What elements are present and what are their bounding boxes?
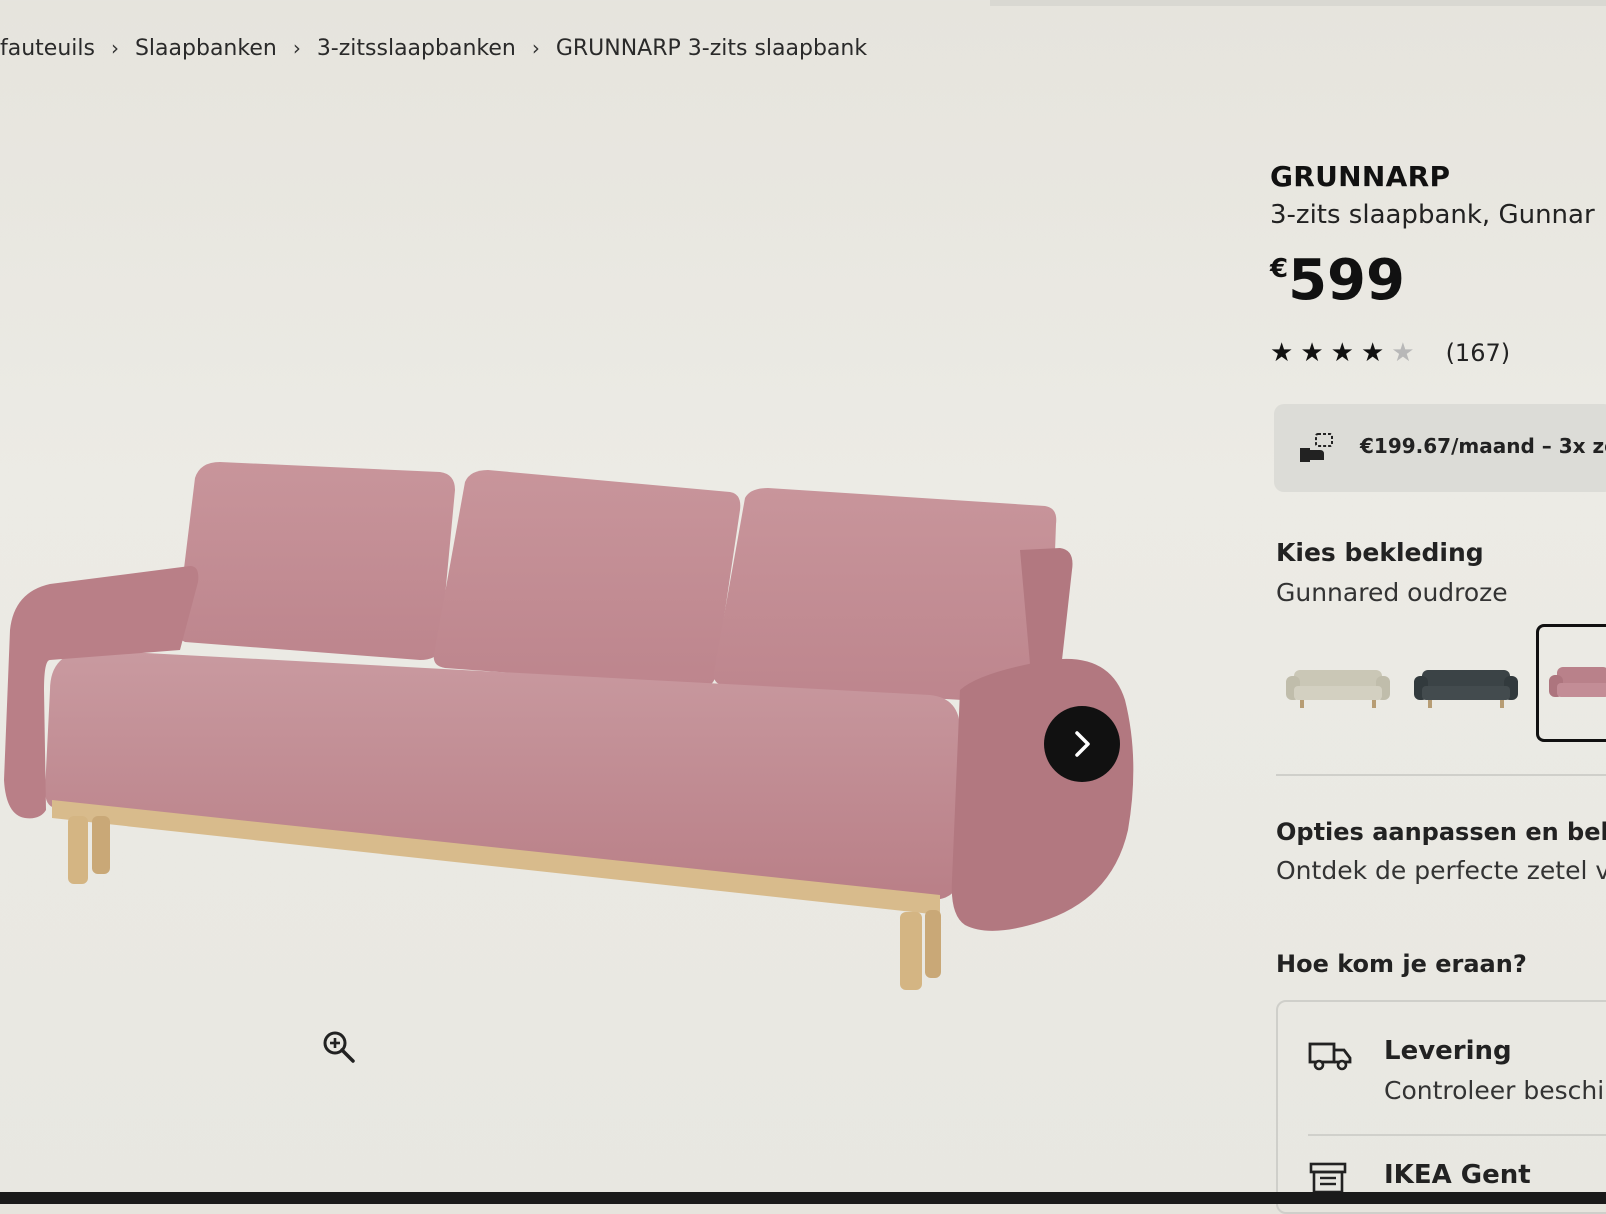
upholstery-heading: Kies bekleding [1276,538,1484,567]
card-divider [1308,1134,1606,1136]
store-icon [1309,1162,1347,1194]
review-count[interactable]: (167) [1446,339,1511,367]
financing-text: €199.67/maand – 3x zo [1360,434,1606,458]
payment-hand-icon [1300,433,1333,462]
breadcrumb-item-slaapbanken[interactable]: Slaapbanken [135,36,277,61]
breadcrumb-item-fauteuils[interactable]: fauteuils [0,36,95,61]
delivery-subtext[interactable]: Controleer beschik [1384,1076,1606,1105]
product-price: €599 [1270,248,1405,313]
options-subtext: Ontdek de perfecte zetel vo [1276,856,1606,885]
chevron-right-icon: › [292,36,301,60]
swatch-oudroze-selected[interactable] [1536,624,1606,742]
chevron-right-icon: › [110,36,119,60]
star-icon: ★ [1360,338,1385,368]
swatch-beige[interactable] [1280,626,1396,738]
options-heading[interactable]: Opties aanpassen en beki [1276,818,1606,846]
product-image [4,462,1134,990]
price-value: 599 [1288,248,1405,313]
breadcrumb: fauteuils › Slaapbanken › 3-zitsslaapbanken ›… [0,36,867,61]
product-name: GRUNNARP [1270,160,1451,193]
product-subtitle: 3-zits slaapbank, Gunnar [1270,200,1595,230]
chevron-right-icon: › [531,36,540,60]
availability-card: Levering Controleer beschik IKEA Gent [1276,1000,1606,1214]
financing-banner[interactable]: €199.67/maand – 3x zo [1274,404,1606,492]
chevron-right-icon [1075,731,1090,757]
price-currency: € [1270,254,1289,284]
store-label[interactable]: IKEA Gent [1384,1160,1531,1190]
sofa-thumbnail-icon [1549,667,1606,697]
next-image-button[interactable] [1044,706,1120,782]
sofa-thumbnail-icon [1414,670,1518,708]
swatch-donkergrijs[interactable] [1408,626,1524,738]
breadcrumb-item-current: GRUNNARP 3-zits slaapbank [555,36,868,61]
availability-heading: Hoe kom je eraan? [1276,950,1527,978]
star-icon: ★ [1330,338,1354,368]
sofa-thumbnail-icon [1286,670,1390,708]
product-rating[interactable]: ★ ★ ★ ★ ★ (167) [1270,338,1510,368]
upholstery-selected: Gunnared oudroze [1276,578,1508,607]
screen-edge [990,0,1606,6]
star-empty-icon: ★ [1391,338,1415,368]
breadcrumb-item-3-zitsslaapbanken[interactable]: 3-zitsslaapbanken [317,36,516,61]
star-icon: ★ [1270,338,1294,368]
delivery-truck-icon [1308,1042,1352,1071]
star-icon: ★ [1300,338,1324,368]
zoom-in-icon[interactable] [322,1030,356,1064]
screen-bezel [0,1192,1606,1204]
section-divider [1276,774,1606,776]
delivery-label[interactable]: Levering [1384,1036,1512,1066]
